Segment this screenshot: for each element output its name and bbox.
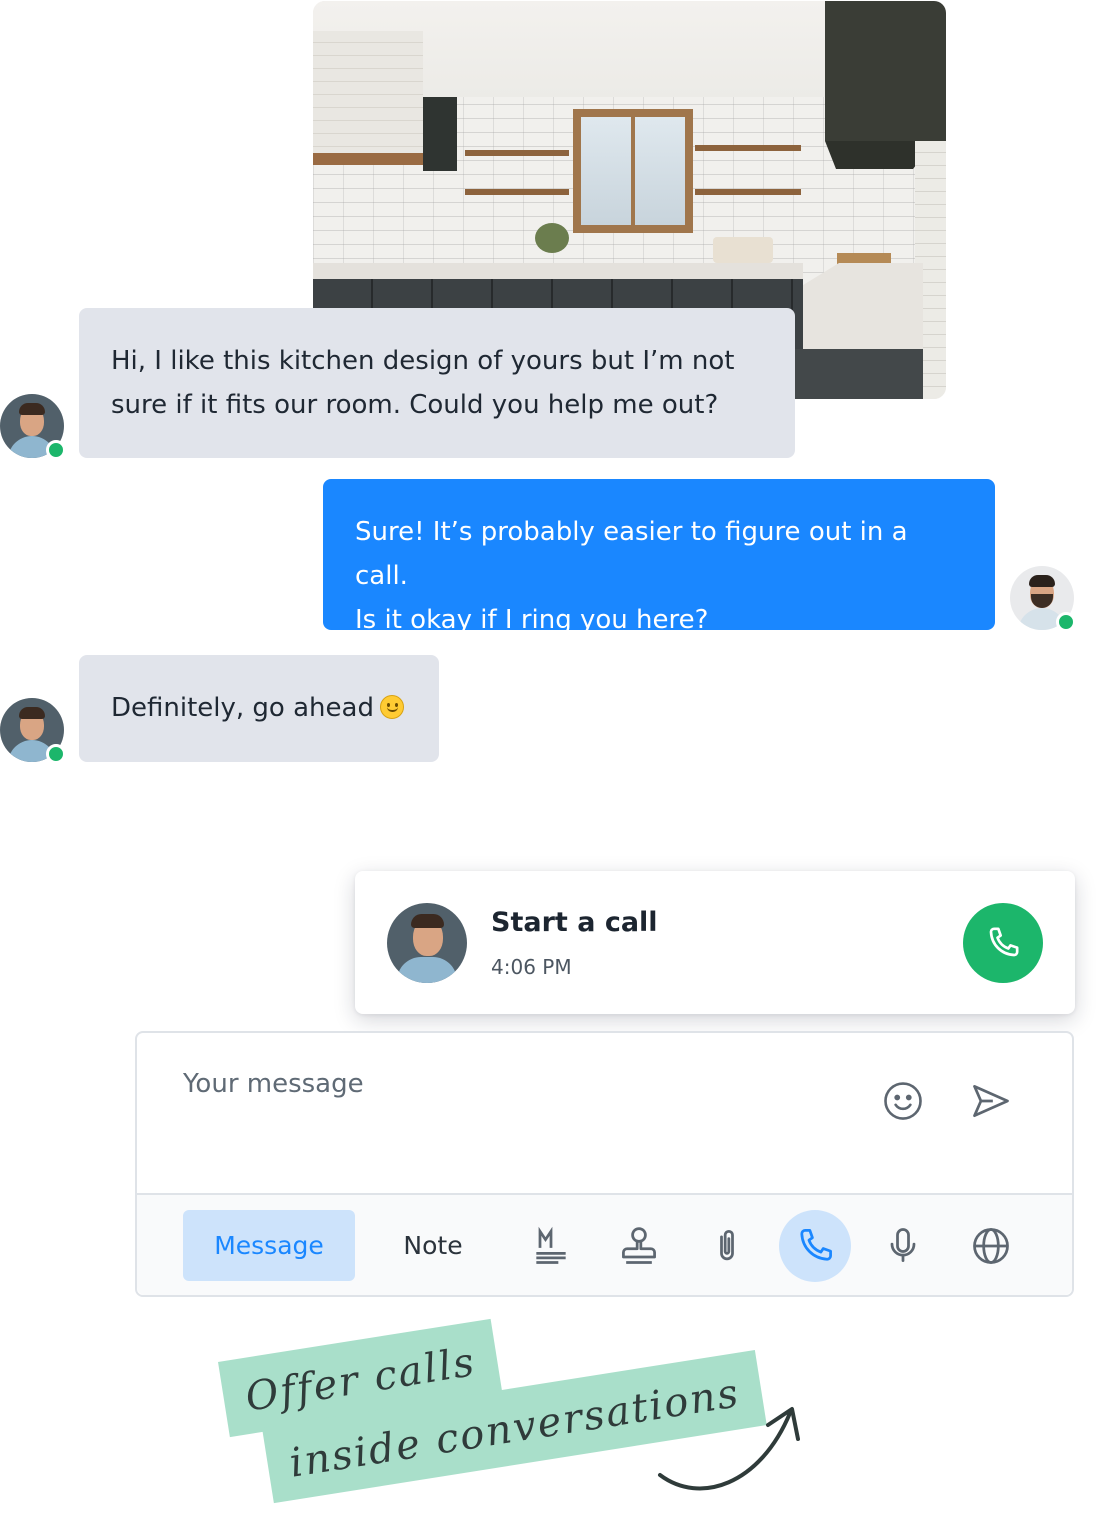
smiling-face-emoji-icon — [379, 695, 404, 719]
customer-avatar[interactable] — [0, 394, 66, 460]
start-call-card: Start a call 4:06 PM — [355, 871, 1075, 1014]
online-status-dot — [1056, 612, 1076, 632]
caller-avatar — [387, 903, 467, 983]
photo-shelf — [695, 145, 801, 151]
photo-range-hood — [313, 31, 423, 159]
message-bubble-outgoing: Sure! It’s probably easier to figure out… — [323, 479, 995, 635]
start-call-button[interactable] — [963, 903, 1043, 983]
avatar-photo — [387, 903, 467, 983]
online-status-dot — [46, 440, 66, 460]
voice-message-button[interactable] — [867, 1210, 939, 1282]
photo-base-cabinets-right — [793, 349, 923, 399]
photo-countertop — [313, 263, 803, 279]
photo-upper-cabinet-left — [423, 97, 457, 171]
stamp-icon — [622, 1227, 656, 1264]
curved-arrow-icon — [658, 1407, 800, 1491]
message-composer: Message Note — [135, 1031, 1074, 1297]
online-status-dot — [46, 744, 66, 764]
photo-shelf — [695, 189, 801, 195]
markdown-button[interactable] — [515, 1210, 587, 1282]
emoji-button[interactable] — [881, 1079, 925, 1123]
photo-plant — [535, 223, 569, 253]
call-time: 4:06 PM — [491, 955, 572, 979]
photo-jars — [713, 237, 773, 263]
send-button[interactable] — [969, 1079, 1013, 1123]
microphone-icon — [890, 1228, 916, 1263]
photo-window — [573, 109, 693, 233]
phone-icon — [989, 927, 1019, 957]
paperclip-icon — [720, 1229, 734, 1261]
photo-shelf — [465, 189, 569, 195]
photo-hood-trim — [313, 153, 425, 165]
message-text: Definitely, go ahead — [111, 693, 374, 723]
message-bubble-incoming: Hi, I like this kitchen design of yours … — [79, 308, 795, 458]
customer-avatar[interactable] — [0, 698, 66, 764]
message-text-line: sure if it fits our room. Could you help… — [111, 390, 719, 420]
call-button[interactable] — [779, 1210, 851, 1282]
globe-icon — [973, 1228, 1009, 1264]
tab-message[interactable]: Message — [183, 1210, 355, 1281]
composer-toolbar: Message Note — [137, 1193, 1072, 1295]
attach-file-button[interactable] — [691, 1210, 763, 1282]
message-text-line: Is it okay if I ring you here? — [355, 605, 709, 635]
photo-upper-cabinet-right — [825, 1, 946, 141]
emoji-icon — [884, 1082, 922, 1120]
markdown-icon — [536, 1226, 566, 1264]
message-input[interactable] — [183, 1069, 803, 1099]
call-title: Start a call — [491, 907, 658, 938]
message-text-line: Sure! It’s probably easier to figure out… — [355, 517, 908, 591]
message-bubble-incoming: Definitely, go ahead — [79, 655, 439, 762]
translate-button[interactable] — [955, 1210, 1027, 1282]
stamp-button[interactable] — [603, 1210, 675, 1282]
agent-avatar[interactable] — [1010, 566, 1076, 632]
tab-note[interactable]: Note — [367, 1210, 499, 1281]
message-text-line: Hi, I like this kitchen design of yours … — [111, 346, 735, 376]
photo-shelf — [465, 150, 569, 156]
send-icon — [973, 1084, 1009, 1118]
phone-icon — [800, 1229, 832, 1261]
